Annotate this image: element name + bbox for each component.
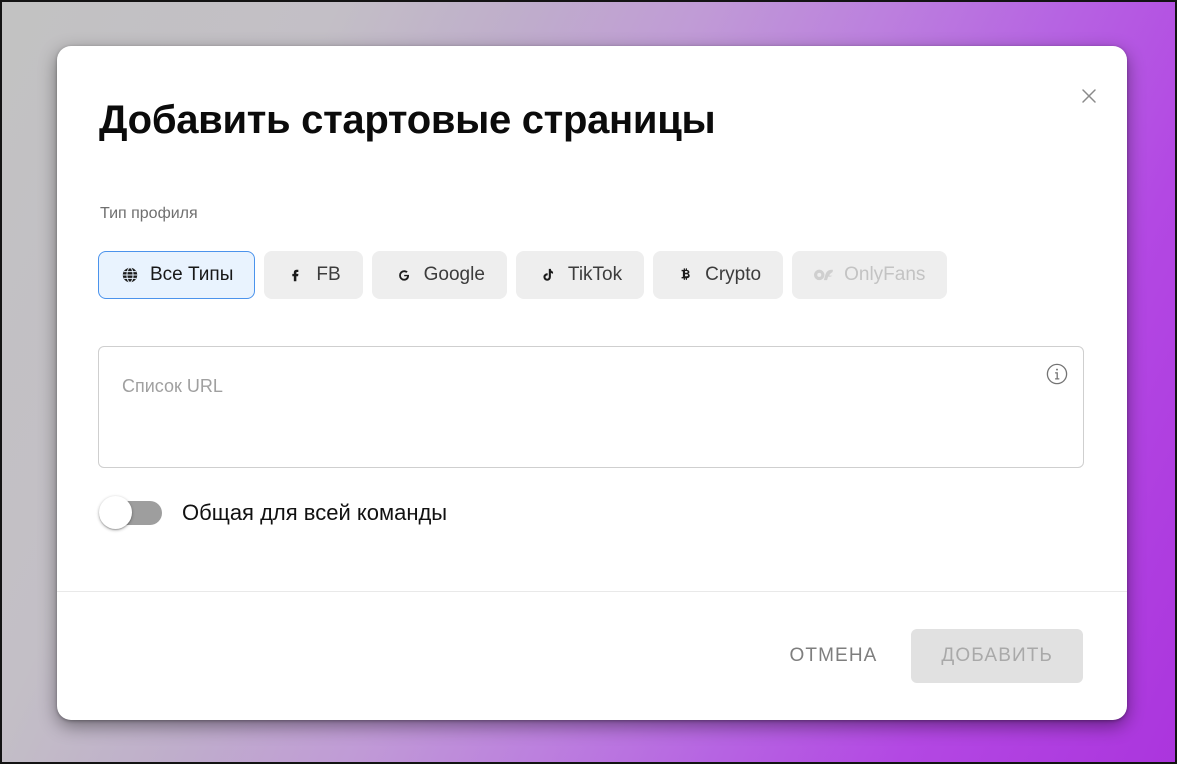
dialog-footer: ОТМЕНА ДОБАВИТЬ xyxy=(57,592,1127,720)
chip-label: Google xyxy=(424,264,485,286)
team-shared-label: Общая для всей команды xyxy=(182,500,447,526)
team-shared-toggle[interactable] xyxy=(99,496,162,529)
info-icon[interactable] xyxy=(1044,361,1070,387)
team-shared-row: Общая для всей команды xyxy=(99,496,447,529)
bitcoin-icon xyxy=(675,265,695,285)
chip-label: TikTok xyxy=(568,264,622,286)
google-icon xyxy=(394,265,414,285)
chip-google[interactable]: Google xyxy=(372,251,507,299)
chip-crypto[interactable]: Crypto xyxy=(653,251,783,299)
chip-label: FB xyxy=(316,264,340,286)
url-list-input[interactable] xyxy=(99,347,1083,467)
chip-onlyfans[interactable]: OnlyFans xyxy=(792,251,947,299)
add-button[interactable]: ДОБАВИТЬ xyxy=(911,629,1083,683)
close-icon xyxy=(1079,86,1099,106)
cancel-button[interactable]: ОТМЕНА xyxy=(777,632,891,680)
page-title: Добавить стартовые страницы xyxy=(99,98,715,143)
chip-all-types[interactable]: Все Типы xyxy=(98,251,255,299)
toggle-knob xyxy=(99,496,132,529)
chip-label: OnlyFans xyxy=(844,264,925,286)
dialog-body: Добавить стартовые страницы Тип профиля … xyxy=(57,46,1127,591)
globe-icon xyxy=(120,265,140,285)
chip-tiktok[interactable]: TikTok xyxy=(516,251,644,299)
close-button[interactable] xyxy=(1071,78,1107,114)
add-start-pages-dialog: Добавить стартовые страницы Тип профиля … xyxy=(57,46,1127,720)
desktop-backdrop: Добавить стартовые страницы Тип профиля … xyxy=(0,0,1177,764)
chip-fb[interactable]: FB xyxy=(264,251,362,299)
url-list-field xyxy=(98,346,1084,468)
onlyfans-icon xyxy=(814,265,834,285)
tiktok-icon xyxy=(538,265,558,285)
profile-type-chip-group: Все Типы FB Goog xyxy=(98,251,947,299)
chip-label: Все Типы xyxy=(150,264,233,286)
chip-label: Crypto xyxy=(705,264,761,286)
profile-type-label: Тип профиля xyxy=(100,205,198,223)
facebook-icon xyxy=(286,265,306,285)
